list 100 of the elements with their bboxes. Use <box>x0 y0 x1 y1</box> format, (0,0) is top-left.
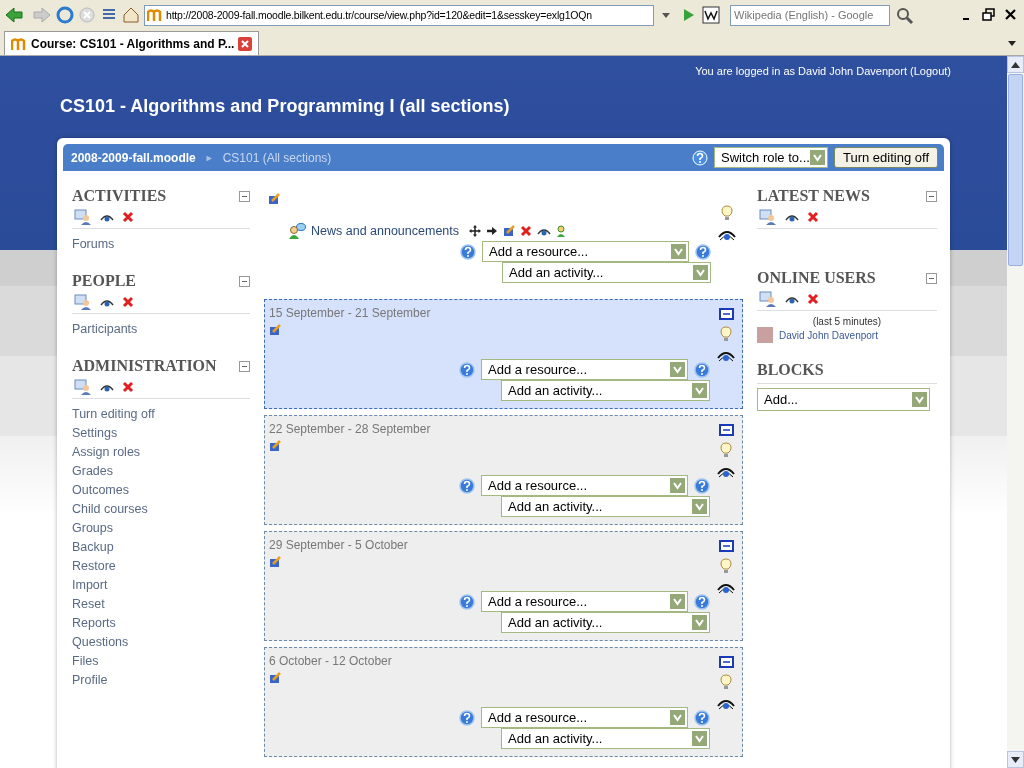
edit-summary-icon[interactable] <box>269 324 281 336</box>
browser-tab[interactable]: Course: CS101 - Algorithms and P... <box>4 31 260 55</box>
roles-icon[interactable] <box>759 209 777 225</box>
breadcrumb-link[interactable]: 2008-2009-fall.moodle <box>71 150 196 165</box>
resource-dropdown[interactable]: Add a resource... <box>482 241 689 262</box>
activity-link[interactable]: News and announcements <box>311 224 459 238</box>
help-icon[interactable] <box>460 243 476 260</box>
edit-summary-icon[interactable] <box>268 193 280 205</box>
user-link[interactable]: David John Davenport <box>798 65 907 77</box>
caret-icon <box>670 710 685 725</box>
menu-link[interactable]: Questions <box>72 633 250 652</box>
help-icon[interactable] <box>694 593 710 610</box>
move-icon[interactable] <box>469 225 481 237</box>
role-dropdown[interactable]: Switch role to... <box>714 147 828 168</box>
person-icon[interactable] <box>556 225 566 237</box>
collapse-icon[interactable] <box>718 424 734 436</box>
lightbulb-icon[interactable] <box>720 442 732 458</box>
collapse-icon[interactable] <box>718 540 734 552</box>
delete-icon[interactable] <box>807 211 819 223</box>
resource-dropdown[interactable]: Add a resource... <box>481 591 688 612</box>
delete-icon[interactable] <box>122 381 134 393</box>
activity-dropdown[interactable]: Add an activity... <box>501 612 710 633</box>
menu-link[interactable]: Files <box>72 652 250 671</box>
delete-icon[interactable] <box>807 293 819 305</box>
caret-icon <box>671 244 686 259</box>
help-icon[interactable] <box>459 593 475 610</box>
collapse-icon[interactable] <box>926 190 937 202</box>
help-icon[interactable] <box>459 361 475 378</box>
menu-link[interactable]: Participants <box>72 320 250 339</box>
delete-icon[interactable] <box>122 211 134 223</box>
search-field[interactable]: Wikipedia (English) - Google <box>730 4 890 26</box>
search-icon[interactable] <box>894 5 916 25</box>
reload-icon[interactable] <box>56 6 74 24</box>
resource-dropdown[interactable]: Add a resource... <box>481 707 688 728</box>
course-title: CS101 - Algorithms and Programming I (all sections) <box>59 95 511 117</box>
activity-dropdown[interactable]: Add an activity... <box>501 380 710 401</box>
help-icon[interactable] <box>695 243 711 260</box>
activity-dropdown[interactable]: Add an activity... <box>501 728 710 749</box>
resource-dropdown[interactable]: Add a resource... <box>481 359 688 380</box>
roles-icon[interactable] <box>759 291 777 307</box>
help-icon[interactable] <box>694 477 710 494</box>
roles-icon[interactable] <box>74 294 92 310</box>
delete-icon[interactable] <box>520 225 532 237</box>
caret-icon <box>692 383 707 398</box>
address-field[interactable]: http://2008-2009-fall.moodle.bilkent.edu.tr/course/view.php?id=120&edit=1&sesskey=exlg1OQn <box>144 4 654 26</box>
activity-dropdown[interactable]: Add an activity... <box>501 496 710 517</box>
restore-icon[interactable] <box>980 6 998 24</box>
edit-summary-icon[interactable] <box>269 672 281 684</box>
menu-link[interactable]: Assign roles <box>72 443 250 462</box>
help-icon[interactable] <box>459 477 475 494</box>
arrow-icon[interactable] <box>486 225 498 237</box>
edit-button[interactable]: Turn editing off <box>834 147 938 168</box>
caret-icon <box>692 731 707 746</box>
menu-link[interactable]: Restore <box>72 557 250 576</box>
collapse-icon[interactable] <box>239 360 250 372</box>
home-icon[interactable] <box>122 6 140 24</box>
collapse-icon[interactable] <box>239 275 250 287</box>
edit-summary-icon[interactable] <box>269 440 281 452</box>
caret-icon <box>670 478 685 493</box>
menu-link[interactable]: Child courses <box>72 500 250 519</box>
up-arrow-icon[interactable] <box>1011 61 1020 68</box>
scrollbar-thumb[interactable] <box>1008 74 1023 266</box>
menu-link[interactable]: Settings <box>72 424 250 443</box>
menu-link[interactable]: Outcomes <box>72 481 250 500</box>
help-icon[interactable] <box>459 709 475 726</box>
menu-link[interactable]: Reset <box>72 595 250 614</box>
lightbulb-icon[interactable] <box>720 674 732 690</box>
roles-icon[interactable] <box>74 379 92 395</box>
help-icon[interactable] <box>694 361 710 378</box>
resource-dropdown[interactable]: Add a resource... <box>481 475 688 496</box>
menu-link[interactable]: Groups <box>72 519 250 538</box>
activity-dropdown[interactable]: Add an activity... <box>502 262 711 283</box>
add-block-dropdown[interactable]: Add... <box>757 388 930 411</box>
menu-link[interactable]: Forums <box>72 235 250 254</box>
lightbulb-icon[interactable] <box>720 558 732 574</box>
caret-icon <box>670 362 685 377</box>
menu-link[interactable]: Reports <box>72 614 250 633</box>
menu-link[interactable]: Grades <box>72 462 250 481</box>
caret-icon <box>912 392 927 407</box>
scrollbar[interactable] <box>1007 56 1024 768</box>
collapse-icon[interactable] <box>926 272 937 284</box>
menu-link[interactable]: Turn editing off <box>72 405 250 424</box>
down-arrow-icon[interactable] <box>1011 756 1020 763</box>
help-icon[interactable] <box>694 709 710 726</box>
collapse-icon[interactable] <box>239 190 250 202</box>
lightbulb-icon[interactable] <box>721 205 733 221</box>
collapse-icon[interactable] <box>718 656 734 668</box>
edit-summary-icon[interactable] <box>269 556 281 568</box>
block-title: ADMINISTRATION <box>72 357 217 375</box>
lightbulb-icon[interactable] <box>720 326 732 342</box>
logout-link[interactable]: (Logout) <box>910 65 951 77</box>
collapse-icon[interactable] <box>718 308 734 320</box>
menu-link[interactable]: Backup <box>72 538 250 557</box>
back-icon[interactable] <box>4 6 26 24</box>
menu-link[interactable]: Import <box>72 576 250 595</box>
user-link[interactable]: David John Davenport <box>779 329 878 341</box>
edit-icon[interactable] <box>503 225 515 237</box>
menu-link[interactable]: Profile <box>72 671 250 690</box>
delete-icon[interactable] <box>122 296 134 308</box>
roles-icon[interactable] <box>74 209 92 225</box>
